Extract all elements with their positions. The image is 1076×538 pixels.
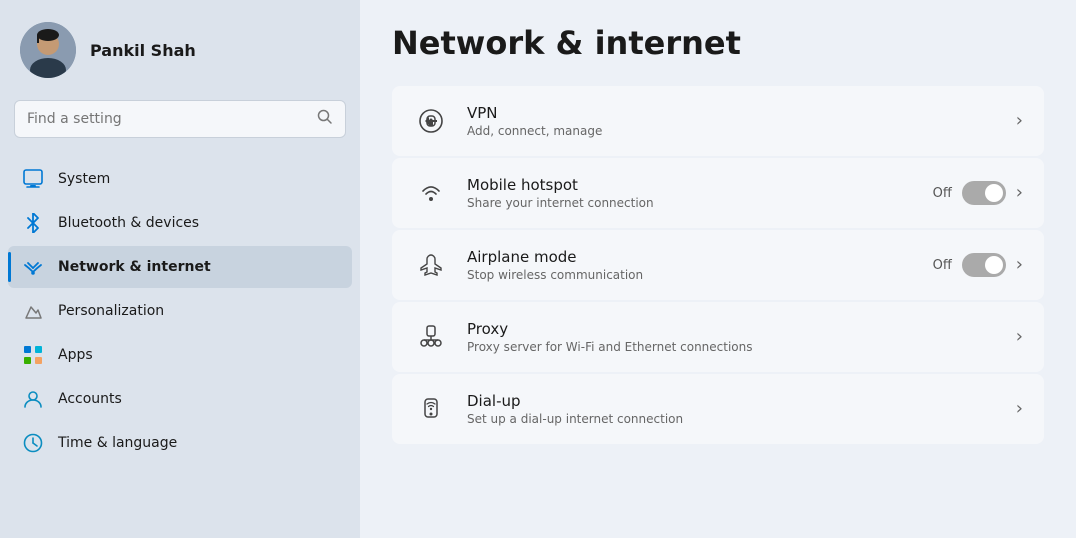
toggle-knob xyxy=(985,184,1003,202)
sidebar-item-label-personalization: Personalization xyxy=(58,303,164,319)
network-icon xyxy=(22,256,44,278)
airplane-title: Airplane mode xyxy=(467,248,915,266)
hotspot-text: Mobile hotspot Share your internet conne… xyxy=(467,176,915,210)
dialup-desc: Set up a dial-up internet connection xyxy=(467,412,998,426)
airplane-right: Off › xyxy=(933,253,1023,277)
mobile-hotspot-icon xyxy=(413,175,449,211)
sidebar-item-label-bluetooth: Bluetooth & devices xyxy=(58,215,199,231)
hotspot-right: Off › xyxy=(933,181,1023,205)
proxy-icon xyxy=(413,319,449,355)
personalization-icon xyxy=(22,300,44,322)
page-title: Network & internet xyxy=(392,24,1044,62)
sidebar-item-label-network: Network & internet xyxy=(58,259,211,275)
proxy-desc: Proxy server for Wi-Fi and Ethernet conn… xyxy=(467,340,998,354)
sidebar-item-system[interactable]: System xyxy=(8,158,352,200)
setting-item-mobile-hotspot[interactable]: Mobile hotspot Share your internet conne… xyxy=(392,158,1044,228)
chevron-icon: › xyxy=(1016,400,1023,418)
hotspot-toggle-label: Off xyxy=(933,186,952,201)
search-box[interactable] xyxy=(14,100,346,138)
time-icon xyxy=(22,432,44,454)
sidebar-item-apps[interactable]: Apps xyxy=(8,334,352,376)
apps-icon xyxy=(22,344,44,366)
dialup-icon xyxy=(413,391,449,427)
search-icon xyxy=(317,109,333,129)
sidebar: Pankil Shah System xyxy=(0,0,360,538)
sidebar-item-personalization[interactable]: Personalization xyxy=(8,290,352,332)
main-content: Network & internet VPN Add, connect, man… xyxy=(360,0,1076,538)
hotspot-title: Mobile hotspot xyxy=(467,176,915,194)
hotspot-desc: Share your internet connection xyxy=(467,196,915,210)
vpn-icon xyxy=(413,103,449,139)
airplane-mode-icon xyxy=(413,247,449,283)
sidebar-item-accounts[interactable]: Accounts xyxy=(8,378,352,420)
system-icon xyxy=(22,168,44,190)
setting-item-dialup[interactable]: Dial-up Set up a dial-up internet connec… xyxy=(392,374,1044,444)
setting-item-airplane-mode[interactable]: Airplane mode Stop wireless communicatio… xyxy=(392,230,1044,300)
proxy-title: Proxy xyxy=(467,320,998,338)
proxy-right: › xyxy=(1016,328,1023,346)
sidebar-item-network[interactable]: Network & internet xyxy=(8,246,352,288)
hotspot-toggle[interactable] xyxy=(962,181,1006,205)
sidebar-item-bluetooth[interactable]: Bluetooth & devices xyxy=(8,202,352,244)
chevron-icon: › xyxy=(1016,328,1023,346)
settings-list: VPN Add, connect, manage › Mobile hotspo… xyxy=(392,86,1044,444)
dialup-text: Dial-up Set up a dial-up internet connec… xyxy=(467,392,998,426)
avatar xyxy=(20,22,76,78)
bluetooth-icon xyxy=(22,212,44,234)
sidebar-item-label-apps: Apps xyxy=(58,347,93,363)
dialup-title: Dial-up xyxy=(467,392,998,410)
search-container xyxy=(0,96,360,152)
airplane-desc: Stop wireless communication xyxy=(467,268,915,282)
sidebar-item-label-system: System xyxy=(58,171,110,187)
search-input[interactable] xyxy=(27,111,309,127)
vpn-text: VPN Add, connect, manage xyxy=(467,104,998,138)
vpn-desc: Add, connect, manage xyxy=(467,124,998,138)
sidebar-item-label-time: Time & language xyxy=(58,435,177,451)
accounts-icon xyxy=(22,388,44,410)
toggle-knob xyxy=(985,256,1003,274)
setting-item-proxy[interactable]: Proxy Proxy server for Wi-Fi and Etherne… xyxy=(392,302,1044,372)
user-name: Pankil Shah xyxy=(90,41,196,60)
vpn-right: › xyxy=(1016,112,1023,130)
vpn-title: VPN xyxy=(467,104,998,122)
sidebar-item-label-accounts: Accounts xyxy=(58,391,122,407)
setting-item-vpn[interactable]: VPN Add, connect, manage › xyxy=(392,86,1044,156)
dialup-right: › xyxy=(1016,400,1023,418)
chevron-icon: › xyxy=(1016,184,1023,202)
user-profile[interactable]: Pankil Shah xyxy=(0,0,360,96)
airplane-toggle-label: Off xyxy=(933,258,952,273)
proxy-text: Proxy Proxy server for Wi-Fi and Etherne… xyxy=(467,320,998,354)
airplane-text: Airplane mode Stop wireless communicatio… xyxy=(467,248,915,282)
chevron-icon: › xyxy=(1016,112,1023,130)
chevron-icon: › xyxy=(1016,256,1023,274)
sidebar-item-time[interactable]: Time & language xyxy=(8,422,352,464)
airplane-toggle[interactable] xyxy=(962,253,1006,277)
nav-items: System Bluetooth & devices Network & xyxy=(0,152,360,470)
